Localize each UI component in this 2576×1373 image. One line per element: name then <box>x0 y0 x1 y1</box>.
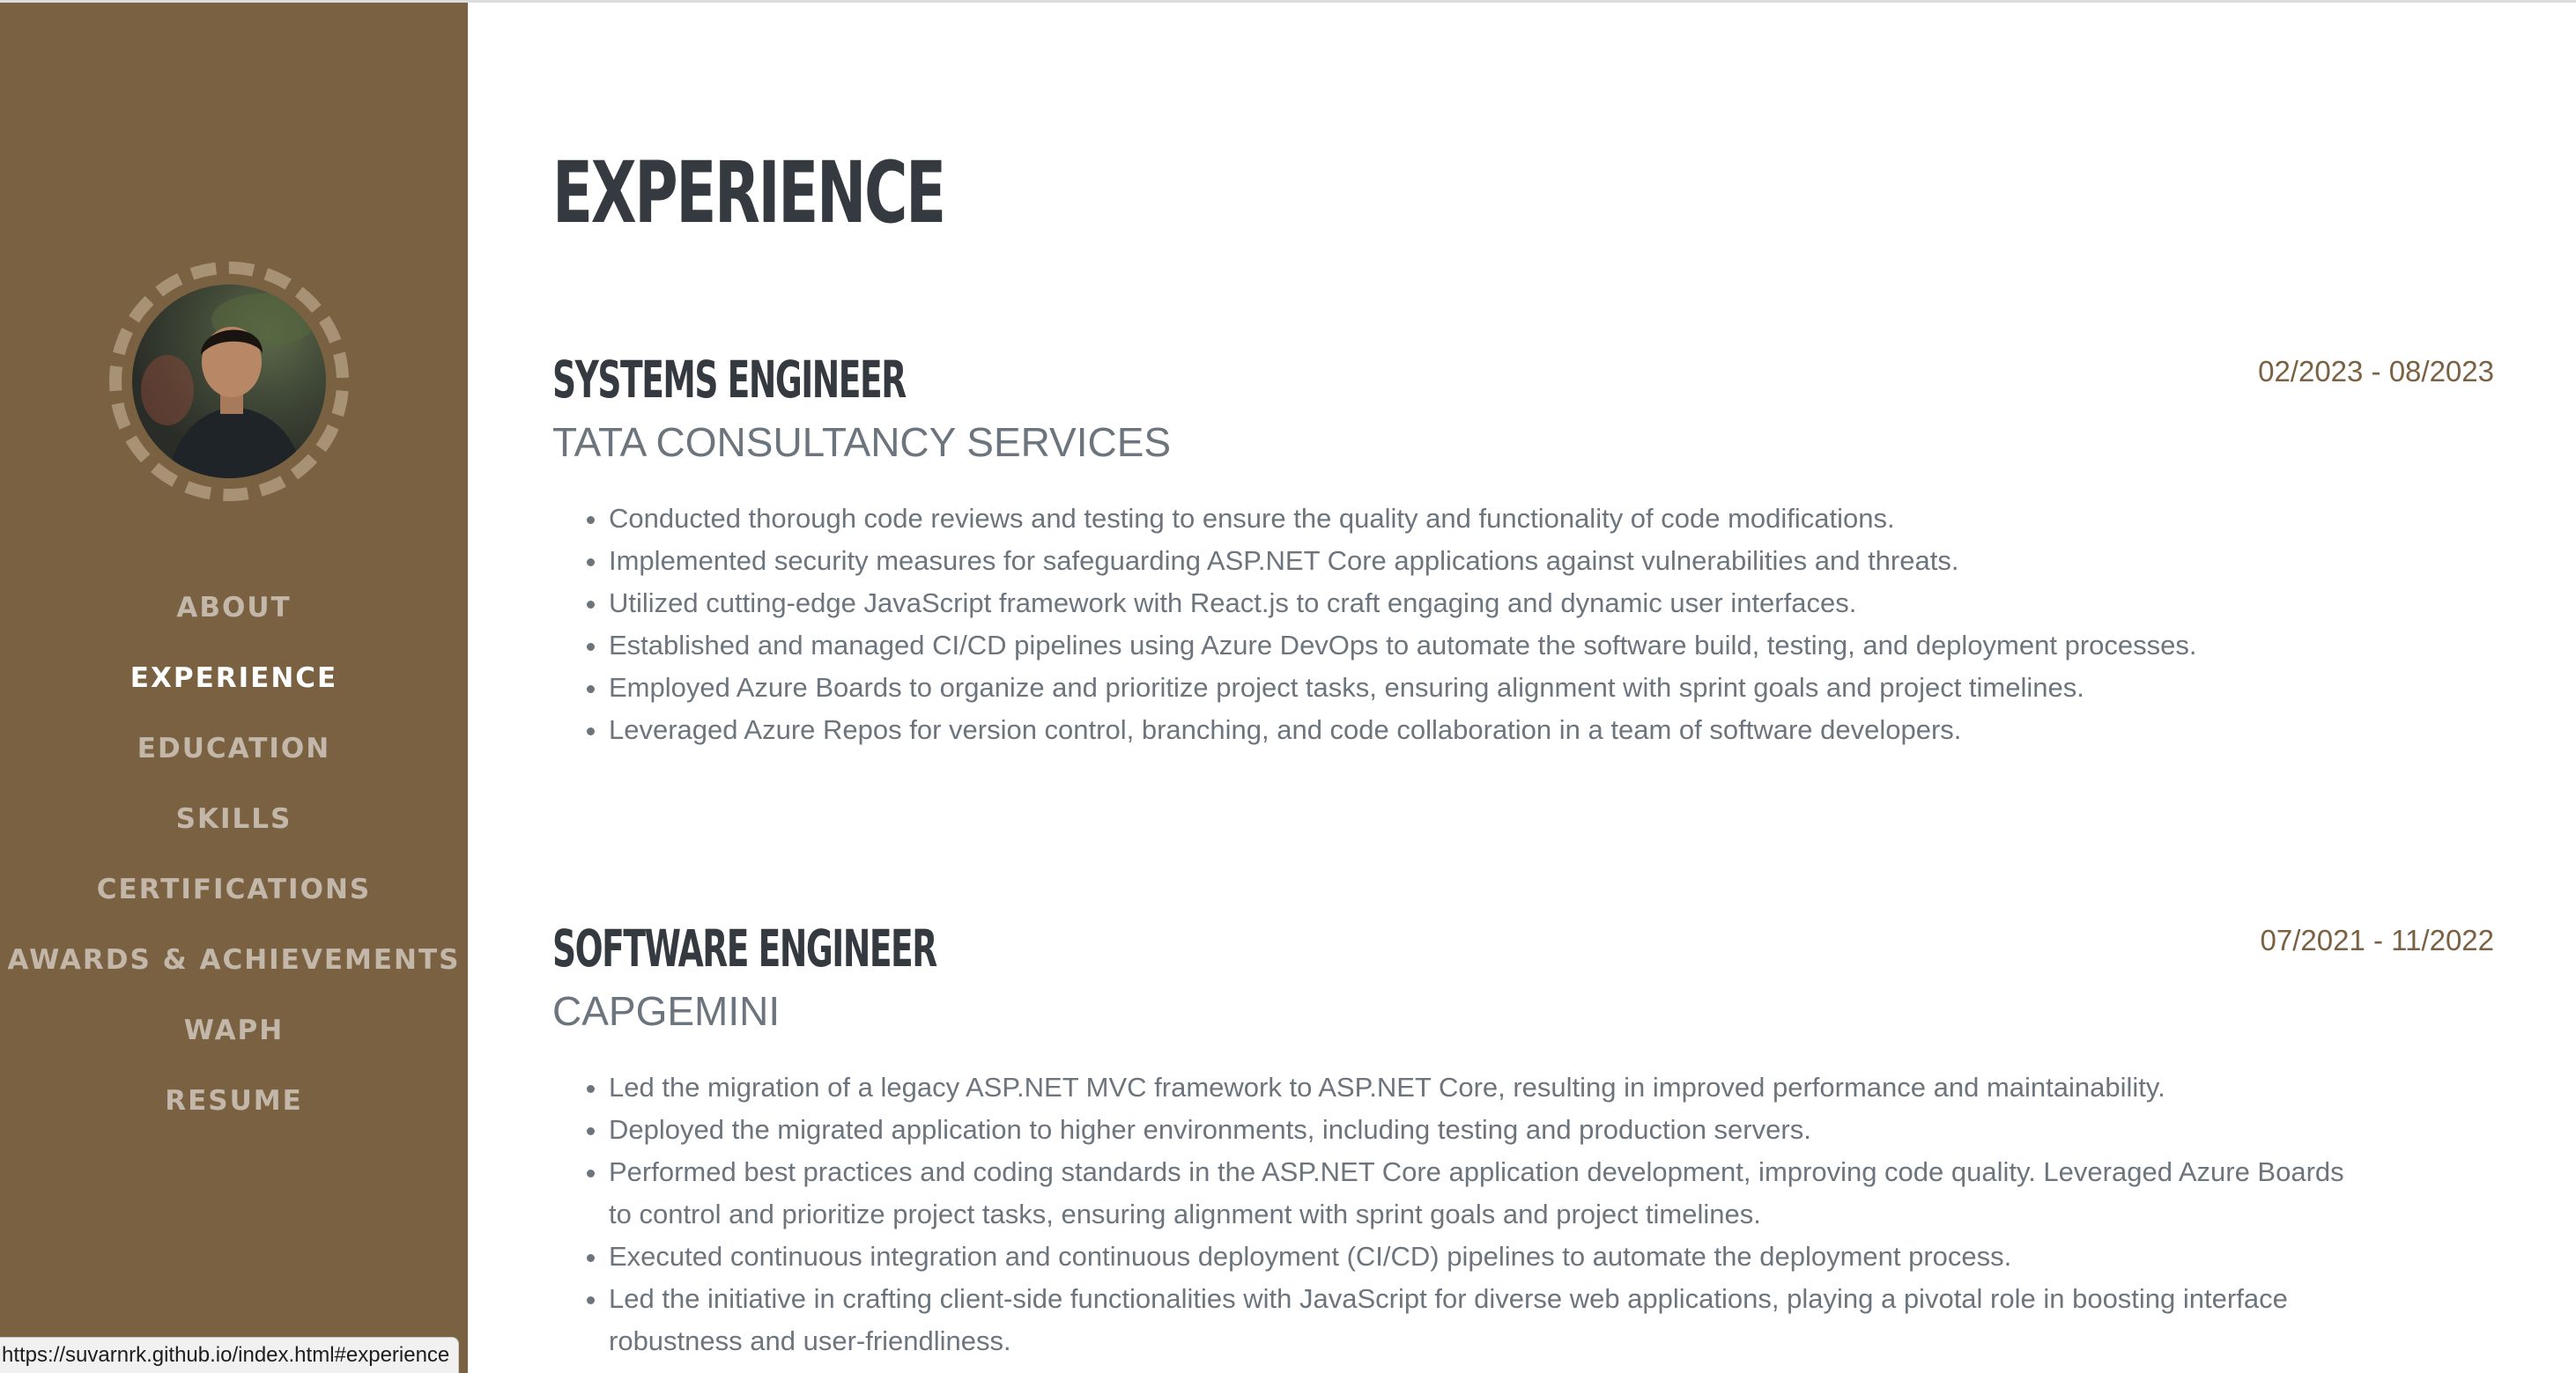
job-point: Implemented security measures for safegu… <box>609 540 2362 582</box>
job-point: Utilized cutting-edge JavaScript framewo… <box>609 582 2362 624</box>
nav-link-awards-achievements[interactable]: AWARDS & ACHIEVEMENTS <box>8 944 461 976</box>
job-point: Performed best practices and coding stan… <box>609 1151 2362 1236</box>
job-point: Executed continuous integration and cont… <box>609 1236 2362 1278</box>
nav-item: EDUCATION <box>0 725 468 795</box>
nav-item: SKILLS <box>0 795 468 866</box>
job-points: Led the migration of a legacy ASP.NET MV… <box>552 1067 2362 1362</box>
job-point: Employed Azure Boards to organize and pr… <box>609 667 2362 709</box>
nav-item: WAPH <box>0 1007 468 1077</box>
job-point: Conducted thorough code reviews and test… <box>609 498 2362 540</box>
avatar-frame <box>109 262 349 501</box>
nav-link-certifications[interactable]: CERTIFICATIONS <box>97 874 371 905</box>
nav-item: CERTIFICATIONS <box>0 866 468 936</box>
section-title: EXPERIENCE <box>552 144 946 242</box>
nav-link-skills[interactable]: SKILLS <box>176 803 292 835</box>
job-point: Established and managed CI/CD pipelines … <box>609 624 2362 667</box>
nav-link-waph[interactable]: WAPH <box>184 1015 284 1046</box>
page: ABOUT EXPERIENCE EDUCATION SKILLS CERTIFICAT… <box>0 0 2576 1373</box>
job-title: SYSTEMS ENGINEER <box>552 350 907 410</box>
nav-link-education[interactable]: EDUCATION <box>137 733 330 764</box>
nav-link-experience[interactable]: EXPERIENCE <box>130 662 337 694</box>
avatar <box>132 284 326 478</box>
nav-item: RESUME <box>0 1077 468 1148</box>
nav-link-about[interactable]: ABOUT <box>176 592 291 624</box>
nav-item: EXPERIENCE <box>0 654 468 725</box>
nav-item: AWARDS & ACHIEVEMENTS <box>0 936 468 1007</box>
avatar-image <box>141 293 317 478</box>
job-point: Leveraged Azure Repos for version contro… <box>609 709 2362 751</box>
job-point: Led the migration of a legacy ASP.NET MV… <box>609 1067 2362 1109</box>
job-date: 02/2023 - 08/2023 <box>2258 355 2494 388</box>
job-points: Conducted thorough code reviews and test… <box>552 498 2362 751</box>
nav-menu: ABOUT EXPERIENCE EDUCATION SKILLS CERTIFICAT… <box>0 584 468 1148</box>
job-company: CAPGEMINI <box>552 988 781 1034</box>
sidebar: ABOUT EXPERIENCE EDUCATION SKILLS CERTIFICAT… <box>0 3 468 1373</box>
job-date: 07/2021 - 11/2022 <box>2260 924 2494 956</box>
job-point: Led the initiative in crafting client-si… <box>609 1278 2362 1362</box>
job-company: TATA CONSULTANCY SERVICES <box>552 419 1172 465</box>
nav-link-resume[interactable]: RESUME <box>165 1085 303 1117</box>
job-point: Deployed the migrated application to hig… <box>609 1109 2362 1151</box>
job-title: SOFTWARE ENGINEER <box>552 919 937 978</box>
nav-item: ABOUT <box>0 584 468 654</box>
link-status-bar: https://suvarnrk.github.io/index.html#ex… <box>0 1337 460 1373</box>
